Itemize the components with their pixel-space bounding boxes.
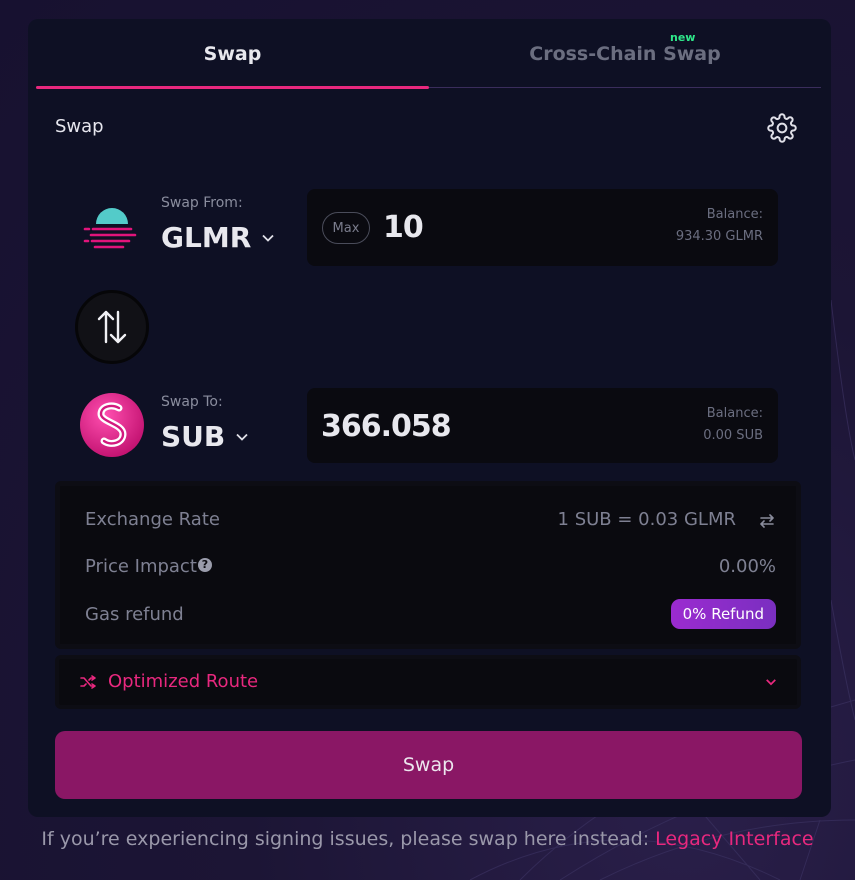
footer-text: If you’re experiencing signing issues, p… [41, 828, 656, 850]
price-impact-row: Price Impact? 0.00% [85, 556, 776, 577]
optimized-route-toggle[interactable]: Optimized Route [55, 655, 801, 709]
swap-from-row: Swap From: GLMR Max Balance: 934.30 GLMR [28, 189, 831, 266]
swap-to-token-symbol: SUB [161, 420, 226, 453]
swap-submit-button[interactable]: Swap [55, 731, 802, 799]
sub-token-icon [80, 393, 144, 457]
active-tab-indicator [36, 86, 429, 89]
shuffle-icon [80, 675, 96, 689]
optimized-route-label: Optimized Route [108, 671, 259, 692]
swap-from-token-select[interactable]: GLMR [161, 221, 275, 254]
swap-from-amount-input[interactable] [383, 205, 623, 249]
gear-icon[interactable] [767, 113, 797, 143]
tab-bar: Swap Cross-Chain Swap new [28, 19, 831, 89]
swap-from-balance-value: 934.30 GLMR [675, 229, 763, 244]
legacy-interface-link[interactable]: Legacy Interface [655, 828, 813, 850]
chevron-down-icon [236, 433, 248, 441]
gas-refund-label: Gas refund [85, 604, 184, 625]
price-impact-value: 0.00% [718, 556, 776, 577]
swap-details-panel: Exchange Rate 1 SUB = 0.03 GLMR Price Im… [55, 481, 801, 649]
price-impact-label: Price Impact [85, 556, 197, 577]
chevron-down-icon [766, 679, 776, 686]
swap-from-amount-box: Max Balance: 934.30 GLMR [307, 189, 778, 266]
exchange-rate-row: Exchange Rate 1 SUB = 0.03 GLMR [85, 509, 776, 530]
swap-from-token-symbol: GLMR [161, 221, 252, 254]
new-badge: new [670, 31, 696, 44]
gas-refund-badge: 0% Refund [670, 599, 776, 629]
swap-to-caption: Swap To: [161, 394, 223, 410]
gas-refund-row: Gas refund 0% Refund [85, 599, 776, 629]
swap-card: Swap Cross-Chain Swap new Swap Swap From… [28, 19, 831, 817]
swap-to-amount-input[interactable] [321, 404, 581, 448]
switch-direction-button[interactable] [75, 290, 149, 364]
exchange-rate-value: 1 SUB = 0.03 GLMR [557, 509, 736, 530]
exchange-rate-label: Exchange Rate [85, 509, 220, 530]
glmr-token-icon [83, 208, 137, 249]
tab-cross-chain-swap[interactable]: Cross-Chain Swap [429, 19, 821, 89]
tab-swap[interactable]: Swap [36, 19, 429, 89]
swap-arrows-icon [97, 310, 127, 344]
swap-to-balance-value: 0.00 SUB [703, 428, 763, 443]
swap-to-token-select[interactable]: SUB [161, 420, 249, 453]
help-icon[interactable]: ? [197, 558, 212, 572]
swap-from-caption: Swap From: [161, 195, 243, 211]
invert-rate-icon[interactable] [758, 512, 776, 530]
swap-from-balance-label: Balance: [706, 207, 763, 222]
max-button[interactable]: Max [322, 212, 370, 244]
swap-to-amount-box: Balance: 0.00 SUB [307, 388, 778, 463]
panel-title: Swap [55, 116, 104, 137]
swap-to-balance-label: Balance: [706, 406, 763, 421]
footer-notice: If you’re experiencing signing issues, p… [0, 828, 855, 850]
swap-to-row: Swap To: SUB Balance: 0.00 SUB [28, 388, 831, 463]
tab-divider [429, 87, 821, 88]
chevron-down-icon [262, 234, 274, 242]
